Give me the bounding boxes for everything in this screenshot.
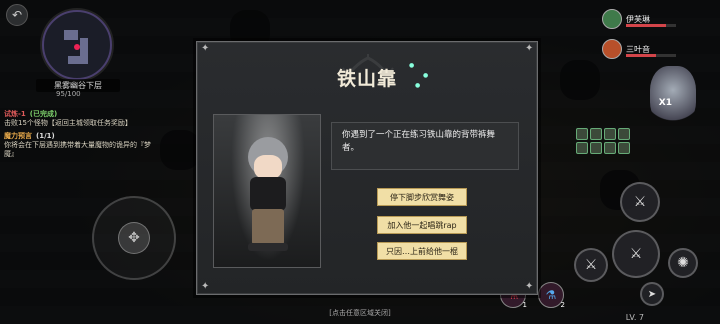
map-progress: 95/100	[56, 90, 81, 98]
corner-star-icon: ✦	[525, 281, 534, 292]
corner-star-icon: ✦	[525, 43, 534, 54]
crossed-swords-icon: ⚔	[629, 246, 643, 262]
quest-title: 魔力预言	[4, 132, 32, 140]
flame-icon: ✺	[677, 255, 689, 271]
sword-icon: ⚔	[633, 194, 647, 210]
buff-icon	[576, 142, 588, 154]
hero-portrait	[650, 66, 696, 126]
quest-status: (1/1)	[36, 132, 55, 140]
buff-icon	[590, 142, 602, 154]
party-avatar	[602, 9, 622, 29]
player-marker-icon	[74, 44, 80, 50]
quest-desc: 你将会在下层遇到携带着大量魔物的诡异的『梦魇』	[4, 141, 151, 158]
quest-desc: 击败15个怪物【返回主城领取任务奖励】	[4, 119, 132, 127]
buff-icon	[576, 128, 588, 140]
event-dialog: ✦ ✦ ✦ ✦ ● ● ● 铁山靠 你遇到了一个正在练习铁山靠的背带裤舞者。 停…	[196, 41, 538, 295]
buff-icon	[618, 142, 630, 154]
buff-list	[576, 128, 630, 154]
buff-icon	[618, 128, 630, 140]
movement-joystick[interactable]: ✥	[92, 196, 176, 280]
party-member[interactable]: 伊芙琳	[602, 9, 682, 29]
skill-button[interactable]: ⚔	[574, 248, 608, 282]
option-button[interactable]: 加入他一起唱跳rap	[377, 216, 467, 234]
dancer-shoes	[248, 243, 288, 251]
option-button[interactable]: 停下脚步欣赏舞姿	[377, 188, 467, 206]
quest-tracker[interactable]: 试炼-1 (已完成) 击败15个怪物【返回主城领取任务奖励】 魔力预言 (1/1) …	[4, 110, 154, 163]
minimap-room	[68, 56, 88, 64]
corner-star-icon: ✦	[201, 281, 210, 292]
back-button[interactable]: ↶	[6, 4, 28, 26]
back-arrow-icon: ↶	[11, 8, 23, 22]
close-hint[interactable]: [点击任意区域关闭]	[0, 308, 720, 318]
sword-icon: ⚔	[584, 257, 598, 273]
skill-button[interactable]: ➤	[640, 282, 664, 306]
blue-potion-icon: ⚗	[545, 288, 557, 302]
dancer-body	[250, 177, 286, 211]
dancer-face	[254, 155, 282, 179]
joystick-dpad-icon[interactable]: ✥	[118, 222, 150, 254]
multiplier-label: X1	[658, 98, 672, 108]
quest-status: (已完成)	[29, 110, 58, 118]
option-button[interactable]: 只因…上前给他一棍	[377, 242, 467, 260]
skill-button[interactable]: ✺	[668, 248, 698, 278]
quest-title: 试炼-1	[4, 110, 26, 118]
buff-icon	[604, 128, 616, 140]
dancer-legs	[252, 209, 284, 245]
party-hp-bar	[626, 24, 676, 27]
minimap-room	[64, 30, 78, 40]
minimap-room	[80, 38, 88, 56]
event-title: 铁山靠	[336, 68, 397, 90]
event-description: 你遇到了一个正在练习铁山靠的背带裤舞者。	[331, 122, 519, 170]
buff-icon	[590, 128, 602, 140]
attack-button[interactable]: ⚔	[612, 230, 660, 278]
minimap[interactable]	[42, 10, 112, 80]
event-illustration	[213, 114, 321, 268]
potion-slot[interactable]: ⚗ 2	[538, 282, 565, 309]
party-hp-bar	[626, 54, 676, 57]
skill-button[interactable]: ⚔	[620, 182, 660, 222]
corner-star-icon: ✦	[201, 43, 210, 54]
buff-icon	[604, 142, 616, 154]
party-member[interactable]: 三叶音	[602, 39, 682, 59]
dash-icon: ➤	[647, 288, 657, 300]
party-name: 伊芙琳	[626, 14, 650, 24]
party-name: 三叶音	[626, 44, 650, 54]
party-avatar	[602, 39, 622, 59]
